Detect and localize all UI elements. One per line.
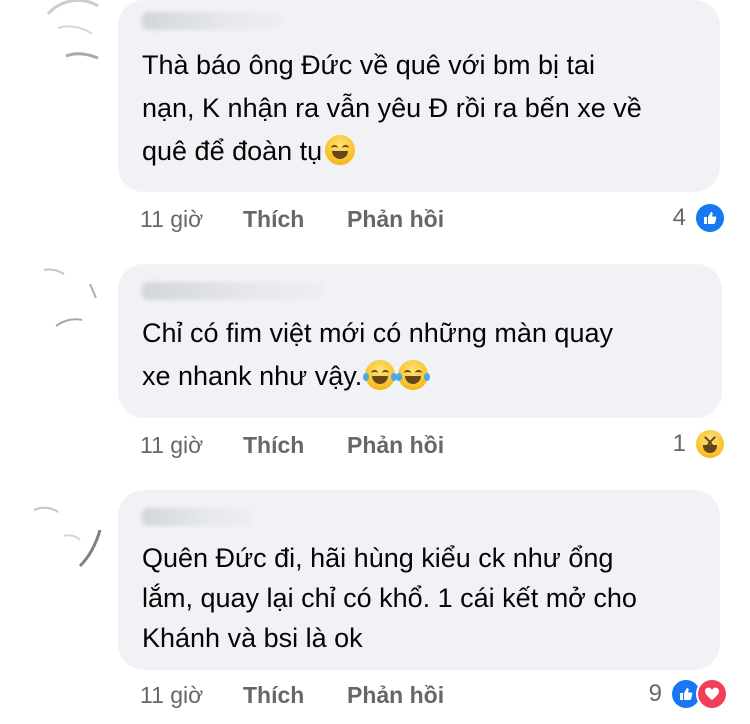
like-link[interactable]: Thích: [243, 680, 304, 710]
haha-reaction-icon: [694, 428, 726, 460]
comment-text: Chỉ có fim việt mới có những màn quay xe…: [142, 318, 613, 391]
love-reaction-icon: [696, 678, 728, 710]
avatar[interactable]: [30, 264, 110, 344]
comment-actions: 11 giờ Thích Phản hồi: [140, 680, 520, 710]
comment-text: Thà báo ông Đức về quê với bm bị tai nạn…: [142, 50, 642, 166]
reaction-count: 9: [648, 680, 662, 707]
like-link[interactable]: Thích: [243, 204, 304, 234]
reaction-summary[interactable]: 9: [649, 678, 728, 710]
tears-of-joy-emoji: [363, 360, 398, 390]
comment-time[interactable]: 11 giờ: [140, 204, 203, 234]
avatar[interactable]: [30, 0, 110, 74]
comment-actions: 11 giờ Thích Phản hồi: [140, 204, 520, 234]
comment-thread: Thà báo ông Đức về quê với bm bị tai nạn…: [0, 0, 750, 724]
author-name-redacted[interactable]: [142, 12, 282, 30]
comment-bubble: Thà báo ông Đức về quê với bm bị tai nạn…: [118, 0, 720, 192]
author-name-redacted[interactable]: [142, 508, 254, 526]
grinning-face-emoji: [325, 135, 356, 165]
reaction-count: 1: [672, 430, 686, 457]
reply-link[interactable]: Phản hồi: [347, 430, 444, 460]
comment-text: Quên Đức đi, hãi hùng kiểu ck như ổng lắ…: [142, 543, 637, 653]
reaction-count: 4: [672, 204, 686, 231]
comment-time[interactable]: 11 giờ: [140, 680, 203, 710]
comment-bubble: Chỉ có fim việt mới có những màn quay xe…: [118, 264, 722, 418]
author-name-redacted[interactable]: [142, 282, 324, 300]
reply-link[interactable]: Phản hồi: [347, 680, 444, 710]
comment-time[interactable]: 11 giờ: [140, 430, 203, 460]
tears-of-joy-emoji: [396, 360, 431, 390]
reaction-summary[interactable]: 4: [673, 202, 726, 234]
avatar[interactable]: [30, 500, 110, 580]
comment-bubble: Quên Đức đi, hãi hùng kiểu ck như ổng lắ…: [118, 490, 720, 670]
like-link[interactable]: Thích: [243, 430, 304, 460]
comment-actions: 11 giờ Thích Phản hồi: [140, 430, 520, 460]
reaction-summary[interactable]: 1: [673, 428, 726, 460]
like-reaction-icon: [694, 202, 726, 234]
reply-link[interactable]: Phản hồi: [347, 204, 444, 234]
